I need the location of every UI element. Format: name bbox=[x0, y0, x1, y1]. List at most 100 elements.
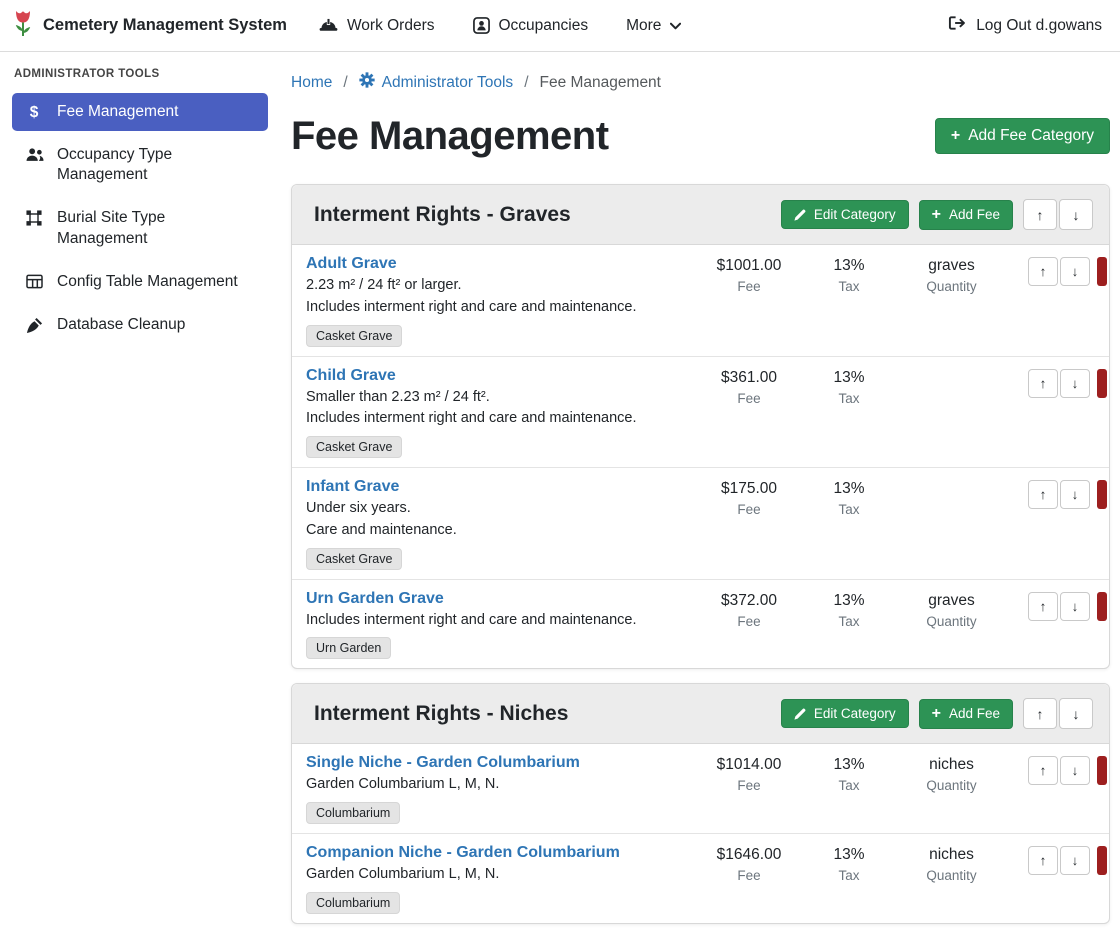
delete-button-clipped[interactable] bbox=[1097, 756, 1107, 785]
quantity-value: niches bbox=[894, 846, 1009, 864]
sidebar-item-database-cleanup[interactable]: Database Cleanup bbox=[12, 306, 268, 344]
logout-label: Log Out d.gowans bbox=[976, 17, 1102, 35]
fee-reorder-buttons: ↑ ↓ bbox=[1009, 367, 1109, 459]
move-category-down-button[interactable]: ↓ bbox=[1059, 199, 1093, 230]
fee-reorder-buttons: ↑ ↓ bbox=[1009, 478, 1109, 570]
fee-label: Fee bbox=[694, 614, 804, 629]
fee-name-link[interactable]: Child Grave bbox=[306, 367, 396, 385]
fee-type-badge: Casket Grave bbox=[306, 325, 402, 347]
move-fee-up-button[interactable]: ↑ bbox=[1028, 756, 1058, 785]
fee-row: Adult Grave 2.23 m² / 24 ft² or larger.I… bbox=[292, 245, 1109, 357]
edit-category-button[interactable]: Edit Category bbox=[781, 200, 909, 229]
fee-name-link[interactable]: Single Niche - Garden Columbarium bbox=[306, 754, 580, 772]
fee-list: Adult Grave 2.23 m² / 24 ft² or larger.I… bbox=[292, 245, 1109, 668]
fee-row: Child Grave Smaller than 2.23 m² / 24 ft… bbox=[292, 357, 1109, 469]
category-list: Interment Rights - Graves Edit Category … bbox=[291, 184, 1110, 924]
fee-name-link[interactable]: Infant Grave bbox=[306, 478, 399, 496]
quantity-column: niches Quantity bbox=[894, 754, 1009, 824]
app-title: Cemetery Management System bbox=[43, 16, 287, 35]
admin-sidebar: Administrator Tools $ Fee Management Occ… bbox=[0, 52, 280, 363]
fee-name-link[interactable]: Urn Garden Grave bbox=[306, 590, 444, 608]
delete-button-clipped[interactable] bbox=[1097, 369, 1107, 398]
fee-descriptions: Garden Columbarium L, M, N. bbox=[306, 864, 694, 886]
move-fee-down-button[interactable]: ↓ bbox=[1060, 369, 1090, 398]
category-title: Interment Rights - Niches bbox=[314, 700, 568, 728]
logout-link[interactable]: Log Out d.gowans bbox=[948, 15, 1102, 36]
tax-column: 13% Tax bbox=[804, 367, 894, 459]
fee-list: Single Niche - Garden Columbarium Garden… bbox=[292, 744, 1109, 923]
fee-column: $372.00 Fee bbox=[694, 590, 804, 660]
move-fee-down-button[interactable]: ↓ bbox=[1060, 592, 1090, 621]
move-fee-down-button[interactable]: ↓ bbox=[1060, 257, 1090, 286]
edit-category-label: Edit Category bbox=[814, 706, 896, 721]
sidebar-item-label: Database Cleanup bbox=[57, 315, 185, 335]
fee-description: Under six years. bbox=[306, 498, 694, 520]
move-category-up-button[interactable]: ↑ bbox=[1023, 698, 1057, 729]
fee-descriptions: Under six years.Care and maintenance. bbox=[306, 498, 694, 542]
move-fee-up-button[interactable]: ↑ bbox=[1028, 846, 1058, 875]
add-fee-button[interactable]: + Add Fee bbox=[919, 699, 1013, 729]
users-icon bbox=[24, 147, 44, 162]
move-fee-down-button[interactable]: ↓ bbox=[1060, 846, 1090, 875]
breadcrumb-home-link[interactable]: Home bbox=[291, 74, 332, 92]
tax-label: Tax bbox=[804, 391, 894, 406]
add-fee-category-button[interactable]: + Add Fee Category bbox=[935, 118, 1110, 154]
move-fee-up-button[interactable]: ↑ bbox=[1028, 592, 1058, 621]
tax-label: Tax bbox=[804, 502, 894, 517]
fee-column: $1001.00 Fee bbox=[694, 255, 804, 347]
fee-description: Includes interment right and care and ma… bbox=[306, 297, 694, 319]
delete-button-clipped[interactable] bbox=[1097, 480, 1107, 509]
fee-name-link[interactable]: Adult Grave bbox=[306, 255, 397, 273]
fee-descriptions: Smaller than 2.23 m² / 24 ft².Includes i… bbox=[306, 387, 694, 431]
move-category-down-button[interactable]: ↓ bbox=[1059, 698, 1093, 729]
sidebar-item-config-table-management[interactable]: Config Table Management bbox=[12, 263, 268, 301]
fee-label: Fee bbox=[694, 868, 804, 883]
fee-reorder-buttons: ↑ ↓ bbox=[1009, 844, 1109, 914]
edit-category-label: Edit Category bbox=[814, 207, 896, 222]
sidebar-item-fee-management[interactable]: $ Fee Management bbox=[12, 93, 268, 131]
fee-column: $1014.00 Fee bbox=[694, 754, 804, 824]
move-fee-up-button[interactable]: ↑ bbox=[1028, 369, 1058, 398]
move-fee-down-button[interactable]: ↓ bbox=[1060, 480, 1090, 509]
fee-name-link[interactable]: Companion Niche - Garden Columbarium bbox=[306, 844, 620, 862]
app-brand[interactable]: Cemetery Management System bbox=[12, 10, 287, 42]
gear-icon bbox=[359, 72, 375, 93]
sidebar-item-occupancy-type-management[interactable]: Occupancy Type Management bbox=[12, 136, 268, 194]
nav-item-work-orders[interactable]: Work Orders bbox=[319, 17, 435, 35]
fee-type-badge: Casket Grave bbox=[306, 436, 402, 458]
hard-hat-icon bbox=[319, 18, 338, 33]
nav-item-occupancies[interactable]: Occupancies bbox=[473, 17, 589, 35]
add-fee-button[interactable]: + Add Fee bbox=[919, 200, 1013, 230]
tax-value: 13% bbox=[804, 480, 894, 498]
nav-item-label: Occupancies bbox=[499, 17, 589, 35]
fee-amount: $175.00 bbox=[694, 480, 804, 498]
sidebar-item-burial-site-type-management[interactable]: Burial Site Type Management bbox=[12, 199, 268, 257]
tax-column: 13% Tax bbox=[804, 754, 894, 824]
quantity-label: Quantity bbox=[894, 279, 1009, 294]
main-content: Home / Administrator Tool bbox=[280, 52, 1120, 924]
tax-column: 13% Tax bbox=[804, 844, 894, 914]
fee-row: Infant Grave Under six years.Care and ma… bbox=[292, 468, 1109, 580]
fee-label: Fee bbox=[694, 502, 804, 517]
move-fee-down-button[interactable]: ↓ bbox=[1060, 756, 1090, 785]
plus-icon: + bbox=[932, 207, 941, 223]
breadcrumb-admin-tools-link[interactable]: Administrator Tools bbox=[359, 72, 514, 93]
fee-label: Fee bbox=[694, 778, 804, 793]
move-fee-up-button[interactable]: ↑ bbox=[1028, 257, 1058, 286]
delete-button-clipped[interactable] bbox=[1097, 846, 1107, 875]
delete-button-clipped[interactable] bbox=[1097, 257, 1107, 286]
sidebar-item-label: Burial Site Type Management bbox=[57, 208, 256, 248]
category-header: Interment Rights - Niches Edit Category … bbox=[292, 684, 1109, 744]
nav-item-more[interactable]: More bbox=[626, 17, 681, 35]
tax-label: Tax bbox=[804, 614, 894, 629]
fee-descriptions: 2.23 m² / 24 ft² or larger.Includes inte… bbox=[306, 275, 694, 319]
breadcrumb-separator: / bbox=[524, 74, 528, 92]
delete-button-clipped[interactable] bbox=[1097, 592, 1107, 621]
move-fee-up-button[interactable]: ↑ bbox=[1028, 480, 1058, 509]
move-category-up-button[interactable]: ↑ bbox=[1023, 199, 1057, 230]
page-title: Fee Management bbox=[291, 113, 609, 159]
edit-category-button[interactable]: Edit Category bbox=[781, 699, 909, 728]
quantity-label: Quantity bbox=[894, 868, 1009, 883]
quantity-value: graves bbox=[894, 257, 1009, 275]
fee-row: Urn Garden Grave Includes interment righ… bbox=[292, 580, 1109, 669]
